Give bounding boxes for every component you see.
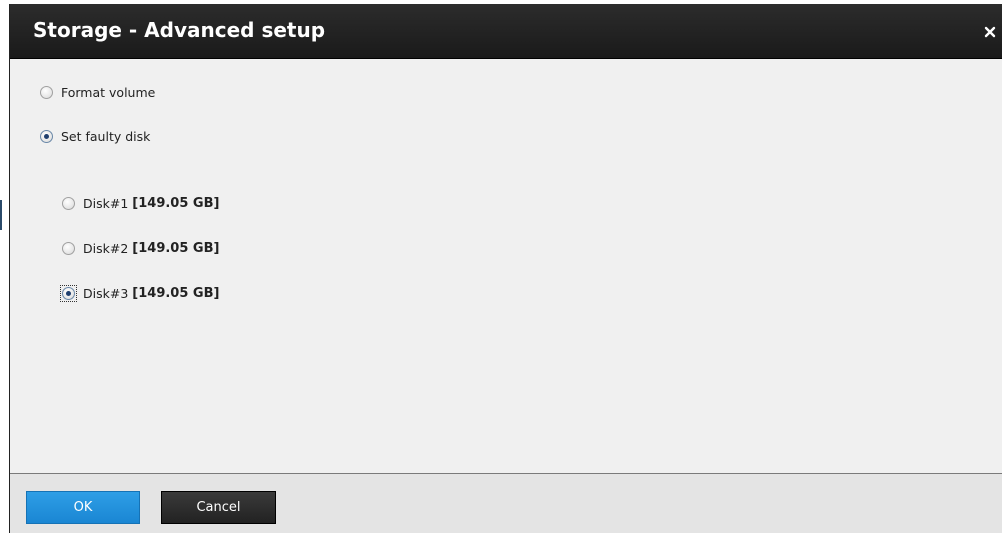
disk-2-radio[interactable]: [62, 242, 75, 255]
disk-3-radio[interactable]: [62, 287, 75, 300]
set-faulty-disk-option[interactable]: Set faulty disk: [40, 129, 150, 144]
disk-3-size: [149.05 GB]: [132, 286, 220, 301]
background-window-edge: [0, 200, 2, 230]
disk-option-3[interactable]: Disk#3 [149.05 GB]: [60, 285, 220, 302]
cancel-button[interactable]: Cancel: [161, 491, 276, 524]
disk-option-1[interactable]: Disk#1 [149.05 GB]: [62, 196, 219, 211]
disk-3-focus-ring: [60, 285, 77, 302]
format-volume-label: Format volume: [61, 85, 156, 100]
close-icon: [984, 26, 996, 38]
disk-3-label: Disk#3: [83, 286, 129, 301]
set-faulty-disk-label: Set faulty disk: [61, 129, 151, 144]
set-faulty-disk-radio[interactable]: [40, 130, 53, 143]
close-button[interactable]: [982, 22, 998, 42]
dialog-footer: OK Cancel: [10, 473, 1002, 533]
disk-2-size: [149.05 GB]: [132, 241, 220, 256]
disk-2-label: Disk#2: [83, 241, 129, 256]
dialog-title: Storage - Advanced setup: [33, 18, 326, 42]
format-volume-radio[interactable]: [40, 86, 53, 99]
format-volume-option[interactable]: Format volume: [40, 85, 155, 100]
disk-1-label: Disk#1: [83, 196, 129, 211]
dialog-titlebar: Storage - Advanced setup: [10, 4, 1002, 59]
storage-advanced-setup-dialog: Storage - Advanced setup Format volume S…: [9, 4, 1002, 533]
disk-1-radio[interactable]: [62, 197, 75, 210]
disk-option-2[interactable]: Disk#2 [149.05 GB]: [62, 241, 219, 256]
ok-button[interactable]: OK: [26, 491, 140, 524]
disk-1-size: [149.05 GB]: [132, 196, 220, 211]
dialog-content: Format volume Set faulty disk Disk#1 [14…: [10, 59, 1002, 473]
